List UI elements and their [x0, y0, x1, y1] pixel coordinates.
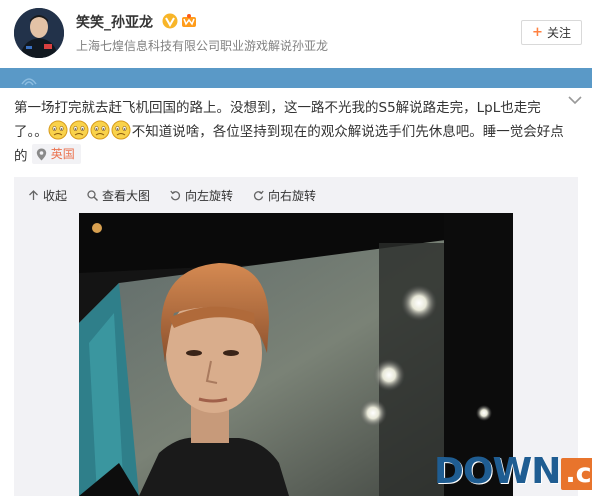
site-watermark: DOWN.cc	[434, 450, 592, 494]
emoji-group	[48, 120, 132, 140]
rotate-left-label: 向左旋转	[185, 188, 234, 203]
collapse-button[interactable]: 收起	[28, 187, 67, 204]
post-text: 第一场打完就去赶飞机回国的路上。没想到，这一路不光我的S5解说路走完，LpL也走…	[14, 96, 570, 169]
location-pin-icon	[36, 148, 46, 160]
user-description: 上海七煌信息科技有限公司职业游戏解说孙亚龙	[76, 39, 329, 53]
sad-emoji-icon	[111, 120, 131, 140]
rotate-left-icon	[170, 190, 181, 200]
user-header: 笑笑_孙亚龙 上海七煌信息科技有限公司职业游戏解说孙亚龙 + 关注	[0, 0, 592, 68]
sad-emoji-icon	[69, 120, 89, 140]
watermark-down: DOWN	[434, 451, 561, 492]
avatar[interactable]	[14, 8, 64, 58]
collapse-arrow-icon	[29, 189, 38, 200]
plus-icon: +	[532, 25, 543, 40]
user-badges	[162, 13, 197, 29]
rotate-left-button[interactable]: 向左旋转	[170, 187, 233, 204]
follow-button[interactable]: + 关注	[521, 20, 582, 45]
rotate-right-icon	[253, 190, 264, 200]
collapse-label: 收起	[43, 188, 68, 203]
location-label: 英国	[50, 147, 75, 161]
wifi-decoration-icon	[21, 78, 37, 86]
rotate-right-label: 向右旋转	[268, 188, 317, 203]
sad-emoji-icon	[90, 120, 110, 140]
view-large-button[interactable]: 查看大图	[87, 187, 150, 204]
watermark-cc: .cc	[561, 458, 592, 490]
vip-crown-icon[interactable]	[181, 13, 197, 29]
sad-emoji-icon	[48, 120, 68, 140]
username[interactable]: 笑笑_孙亚龙	[76, 12, 153, 32]
location-tag[interactable]: 英国	[31, 144, 81, 164]
follow-label: 关注	[546, 26, 571, 40]
media-toolbar: 收起 查看大图 向左旋转 向右旋转	[14, 177, 578, 213]
chevron-down-icon[interactable]	[568, 95, 582, 105]
media-panel: 收起 查看大图 向左旋转 向右旋转	[14, 177, 578, 496]
magnify-icon	[87, 189, 99, 201]
view-large-label: 查看大图	[102, 188, 151, 203]
verified-v-icon	[162, 13, 178, 29]
rotate-right-button[interactable]: 向右旋转	[253, 187, 316, 204]
header-banner	[0, 68, 592, 88]
